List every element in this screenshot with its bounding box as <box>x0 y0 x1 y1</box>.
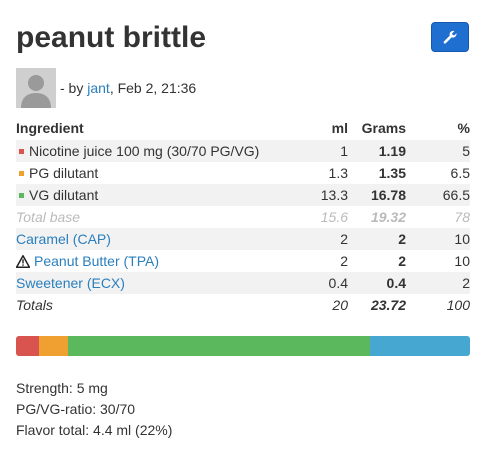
composition-bar <box>16 336 470 356</box>
recipe-stats: Strength: 5 mg PG/VG-ratio: 30/70 Flavor… <box>16 378 172 441</box>
grams-cell: 1.19 <box>348 140 406 162</box>
flavor-total-text: Flavor total: 4.4 ml (22%) <box>16 422 173 438</box>
vg-color-swatch <box>19 192 24 198</box>
ingredient-cell: PG dilutant <box>16 162 284 184</box>
total-base-label: Total base <box>16 209 81 225</box>
grams-cell: 23.72 <box>370 297 406 313</box>
percent-cell: 10 <box>406 228 470 250</box>
table-row: PG dilutant 1.3 1.35 6.5 <box>16 162 470 184</box>
percent-cell: 5 <box>406 140 470 162</box>
pgvg-ratio-text: PG/VG-ratio: 30/70 <box>16 401 136 417</box>
ml-cell: 20 <box>332 297 348 313</box>
table-header-row: Ingredient ml Grams % <box>16 118 470 140</box>
grams-cell: 2 <box>348 228 406 250</box>
avatar[interactable] <box>16 68 56 108</box>
pg-color-swatch <box>19 170 24 176</box>
header-grams: Grams <box>361 120 406 136</box>
tools-button[interactable] <box>431 22 469 52</box>
grams-cell: 0.4 <box>348 272 406 294</box>
ml-cell: 1.3 <box>328 165 348 181</box>
author-link[interactable]: jant <box>87 80 110 96</box>
composition-segment-flavor <box>370 336 470 356</box>
ml-cell: 2 <box>340 253 348 269</box>
recipe-title: peanut brittle <box>16 21 207 54</box>
grams-cell: 1.35 <box>378 165 406 181</box>
recipe-date: Feb 2, 21:36 <box>117 80 197 96</box>
warning-icon[interactable] <box>16 254 30 268</box>
ml-cell: 15.6 <box>320 209 348 225</box>
strength-text: Strength: 5 mg <box>16 380 108 396</box>
composition-segment-pg <box>38 336 69 356</box>
ml-cell: 13.3 <box>284 184 348 206</box>
ingredient-cell: Nicotine juice 100 mg (30/70 PG/VG) <box>16 140 284 162</box>
grams-cell: 16.78 <box>348 184 406 206</box>
percent-cell: 2 <box>406 272 470 294</box>
percent-cell: 100 <box>446 297 470 313</box>
ingredient-cell: Peanut Butter (TPA) <box>16 250 284 272</box>
composition-segment-vg <box>68 336 371 356</box>
by-prefix: - by <box>60 80 84 96</box>
table-row: Peanut Butter (TPA) 2 2 10 <box>16 250 470 272</box>
grams-cell: 19.32 <box>370 209 406 225</box>
ml-cell: 0.4 <box>284 272 348 294</box>
percent-cell: 66.5 <box>406 184 470 206</box>
recipe-meta: - by jant, Feb 2, 21:36 <box>60 80 197 96</box>
flavor-link[interactable]: Sweetener (ECX) <box>16 275 125 291</box>
ingredient-cell: Sweetener (ECX) <box>16 272 284 294</box>
ingredients-table: Ingredient ml Grams % Nicotine juice 100… <box>16 118 470 316</box>
totals-row: Totals 20 23.72 100 <box>16 294 470 316</box>
flavor-link[interactable]: Caramel (CAP) <box>16 231 111 247</box>
totals-label: Totals <box>16 297 53 313</box>
ingredient-cell: Caramel (CAP) <box>16 228 284 250</box>
percent-cell: 10 <box>454 253 470 269</box>
header-percent: % <box>457 120 470 136</box>
flavor-link[interactable]: Peanut Butter (TPA) <box>34 253 159 269</box>
total-base-row: Total base 15.6 19.32 78 <box>16 206 470 228</box>
table-row: Caramel (CAP) 2 2 10 <box>16 228 470 250</box>
nicotine-color-swatch <box>19 148 24 154</box>
ml-cell: 2 <box>284 228 348 250</box>
table-row: VG dilutant 13.3 16.78 66.5 <box>16 184 470 206</box>
percent-cell: 78 <box>454 209 470 225</box>
grams-cell: 2 <box>398 253 406 269</box>
user-silhouette-icon <box>16 68 56 108</box>
table-row: Nicotine juice 100 mg (30/70 PG/VG) 1 1.… <box>16 140 470 162</box>
ingredient-cell: VG dilutant <box>16 184 284 206</box>
header-ml: ml <box>331 120 348 136</box>
ml-cell: 1 <box>284 140 348 162</box>
table-row: Sweetener (ECX) 0.4 0.4 2 <box>16 272 470 294</box>
wrench-icon <box>443 30 457 44</box>
composition-segment-nicotine <box>16 336 39 356</box>
percent-cell: 6.5 <box>450 165 470 181</box>
header-ingredient: Ingredient <box>16 120 84 136</box>
